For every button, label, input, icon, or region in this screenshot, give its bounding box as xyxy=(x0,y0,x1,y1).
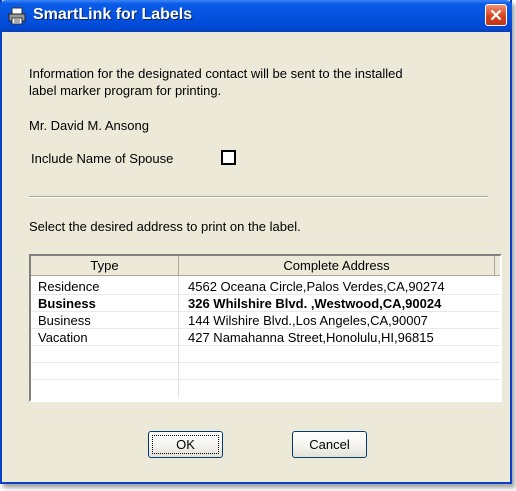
cancel-button[interactable]: Cancel xyxy=(292,431,367,458)
column-header-complete-address[interactable]: Complete Address xyxy=(179,256,495,276)
divider xyxy=(29,196,488,198)
window-title: SmartLink for Labels xyxy=(33,6,193,23)
complete-address: 326 Whilshire Blvd. ,Westwood,CA,90024 xyxy=(188,296,442,311)
list-item[interactable]: Residence 4562 Oceana Circle,Palos Verde… xyxy=(31,278,500,295)
complete-address: 4562 Oceana Circle,Palos Verdes,CA,90274 xyxy=(188,279,445,294)
address-type: Business xyxy=(38,296,96,311)
address-type: Business xyxy=(38,313,91,328)
address-type: Vacation xyxy=(38,330,88,345)
contact-name: Mr. David M. Ansong xyxy=(29,118,149,133)
list-item[interactable]: Business 144 Wilshire Blvd.,Los Angeles,… xyxy=(31,312,500,329)
row-divider xyxy=(31,345,500,346)
include-spouse-label[interactable]: Include Name of Spouse xyxy=(31,151,173,166)
column-header-filler xyxy=(495,256,500,276)
printer-icon xyxy=(8,7,26,25)
row-divider xyxy=(31,379,500,380)
list-item[interactable]: Vacation 427 Namahanna Street,Honolulu,H… xyxy=(31,329,500,346)
complete-address: 144 Wilshire Blvd.,Los Angeles,CA,90007 xyxy=(188,313,428,328)
close-icon xyxy=(490,9,502,21)
ok-button-label: OK xyxy=(152,435,219,454)
address-type: Residence xyxy=(38,279,100,294)
ok-button[interactable]: OK xyxy=(148,431,223,458)
info-text-line2: label marker program for printing. xyxy=(29,83,222,98)
include-spouse-checkbox[interactable] xyxy=(221,150,236,165)
smartlink-dialog: SmartLink for Labels Information for the… xyxy=(0,0,512,484)
address-list[interactable]: Type Complete Address Residence 4562 Oce… xyxy=(29,254,502,402)
column-header-type[interactable]: Type xyxy=(31,256,179,276)
close-button[interactable] xyxy=(485,4,507,26)
info-text-line1: Information for the designated contact w… xyxy=(29,66,403,81)
row-divider xyxy=(31,362,500,363)
list-item-selected[interactable]: Business 326 Whilshire Blvd. ,Westwood,C… xyxy=(31,295,500,312)
select-address-instruction: Select the desired address to print on t… xyxy=(29,219,301,234)
complete-address: 427 Namahanna Street,Honolulu,HI,96815 xyxy=(188,330,434,345)
title-bar[interactable]: SmartLink for Labels xyxy=(0,0,512,32)
